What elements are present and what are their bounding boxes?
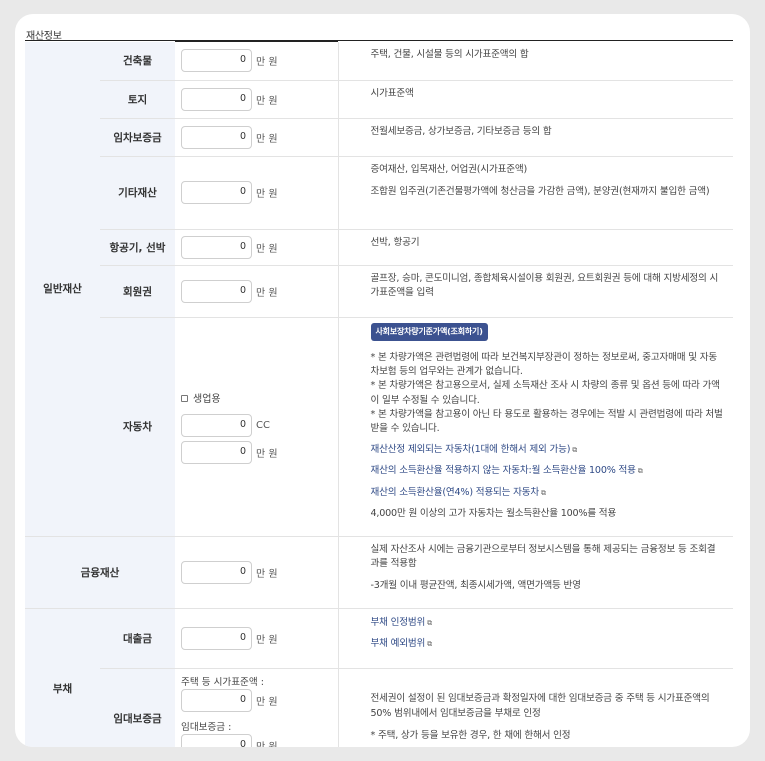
vehicle-price-lookup-button[interactable]: 사회보장차량기준가액(조회하기) [370,322,488,341]
lease-desc-1: 전세권이 설정이 된 임대보증금과 확정일자에 대한 임대보증금 중 주택 등 … [370,693,710,719]
debt-recognition-link[interactable]: 부채 인정범위 [371,617,426,628]
building-input[interactable]: 0 [181,49,252,73]
land-label: 토지 [100,80,175,119]
other-label: 기타재산 [100,156,175,230]
unit-label: 만 원 [256,133,278,145]
checkbox-icon[interactable] [181,395,188,402]
unit-label: 만 원 [256,696,278,708]
loan-input[interactable]: 0 [181,626,252,650]
loan-label: 대출금 [100,608,175,669]
row-car: 자동차 생업용 0 CC 0 만 원 사회보장차량기준가액(조회하기) * 본 차량… [25,317,733,537]
aircraft-input[interactable]: 0 [181,235,252,259]
debt-exception-link[interactable]: 부채 예외범위 [371,638,426,649]
membership-input[interactable]: 0 [181,279,252,303]
aircraft-label: 항공기, 선박 [100,229,175,266]
row-finance: 금융재산 0 만 원 실제 자산조사 시에는 금융기관으로부터 정보시스템을 통해… [25,536,733,609]
unit-label: 만 원 [256,448,278,460]
divider [25,40,733,41]
lease-label: 임대보증금 [100,668,175,747]
unit-label: 만 원 [256,634,278,646]
unit-label: 만 원 [256,243,278,255]
unit-label: 만 원 [256,741,278,748]
lease-desc-2: * 주택, 상가 등을 보유한 경우, 한 채에 한해서 인정 [370,730,571,742]
building-label: 건축물 [100,42,175,81]
aircraft-desc: 선박, 항공기 [338,229,733,266]
land-input[interactable]: 0 [181,87,252,111]
lease-deposit-label: 임대보증금 : [181,721,232,733]
building-desc: 주택, 건물, 시설물 등의 시가표준액의 합 [338,42,733,81]
finance-desc-2: -3개월 이내 평균잔액, 최종시세가액, 액면가액등 반영 [370,580,581,592]
row-other: 기타재산 0 만 원 증여재산, 입목재산, 어업권(시가표준액) 조합원 입주권… [25,156,733,230]
house-standard-price-input[interactable]: 0 [181,688,252,712]
external-link-icon: ⧉ [427,639,432,648]
finance-desc-1: 실제 자산조사 시에는 금융기관으로부터 정보시스템을 통해 제공되는 금융정보… [370,543,716,569]
external-link-icon: ⧉ [637,467,643,476]
other-desc-2: 조합원 입주권(기존건물평가액에 청산금을 가감한 금액), 분양권(현재까지 … [370,185,710,197]
membership-label: 회원권 [100,265,175,318]
car-label: 자동차 [100,317,175,537]
car-note-2: * 본 차량가액은 참고용으로서, 실제 소득재산 조사 시 차량의 종류 및 … [370,380,720,406]
other-desc-1: 증여재산, 입목재산, 어업권(시가표준액) [370,163,528,175]
row-lease: 임대보증금 주택 등 시가표준액 : 0 만 원 임대보증금 : 0 만 원 전세권… [25,668,733,747]
car-note-3: * 본 차량가액을 참고용이 아닌 타 용도로 활용하는 경우에는 적발 시 관… [370,409,723,435]
business-use-label: 생업용 [193,393,221,405]
property-table: 일반재산 건축물 0 만 원 주택, 건물, 시설물 등의 시가표준액의 합 토지… [25,42,733,747]
deposit-input[interactable]: 0 [181,125,252,149]
unit-label: 만 원 [256,568,278,580]
external-link-icon: ⧉ [540,488,546,497]
deposit-desc: 전월세보증금, 상가보증금, 기타보증금 등의 합 [338,118,733,157]
car-cc-input[interactable]: 0 [181,413,252,437]
unit-label: 만 원 [256,287,278,299]
general-property-label: 일반재산 [25,42,100,537]
debt-label: 부채 [25,608,100,747]
car-note-1: * 본 차량가액은 관련법령에 따라 보건복지부장관이 정하는 정보로써, 중고… [370,351,718,377]
deposit-label: 임차보증금 [100,118,175,157]
lease-deposit-input[interactable]: 0 [181,733,252,747]
other-input[interactable]: 0 [181,181,252,204]
property-info-card: 재산정보 일반재산 건축물 0만 원 주택, 건물, 시설물 등의 시가표준액의… [15,14,750,747]
row-building: 일반재산 건축물 0 만 원 주택, 건물, 시설물 등의 시가표준액의 합 [25,42,733,537]
annual-conversion-car-link[interactable]: 재산의 소득환산율(연4%) 적용되는 자동차 [371,487,540,498]
car-note-4: 4,000만 원 이상의 고가 자동차는 월소득환산율 100%를 적용 [370,508,617,520]
unit-label: 만 원 [256,189,278,200]
car-value-input[interactable]: 0 [181,440,252,464]
row-aircraft: 항공기, 선박 0 만 원 선박, 항공기 [25,229,733,266]
excluded-car-link[interactable]: 재산산정 제외되는 자동차(1대에 한해서 제외 가능) [371,444,571,455]
house-standard-price-label: 주택 등 시가표준액 : [181,676,264,688]
cc-unit-label: CC [256,419,270,431]
unit-label: 만 원 [256,95,278,107]
external-link-icon: ⧉ [572,445,578,454]
unit-label: 만 원 [256,57,278,69]
finance-input[interactable]: 0 [181,560,252,584]
land-desc: 시가표준액 [338,80,733,119]
row-loan: 부채 대출금 0만 원 부채 인정범위 ⧉ 부채 예외범위 ⧉ [25,608,733,747]
membership-desc: 골프장, 승마, 콘도미니엄, 종합체육시설이용 회원권, 요트회원권 등에 대… [338,265,733,318]
finance-label: 금융재산 [25,536,175,609]
row-land: 토지 0 만 원 시가표준액 [25,80,733,119]
row-membership: 회원권 0 만 원 골프장, 승마, 콘도미니엄, 종합체육시설이용 회원권, 요… [25,265,733,318]
external-link-icon: ⧉ [427,618,432,627]
row-deposit: 임차보증금 0 만 원 전월세보증금, 상가보증금, 기타보증금 등의 합 [25,118,733,157]
full-conversion-car-link[interactable]: 재산의 소득환산율 적용하지 않는 자동차:월 소득환산율 100% 적용 [371,465,636,476]
